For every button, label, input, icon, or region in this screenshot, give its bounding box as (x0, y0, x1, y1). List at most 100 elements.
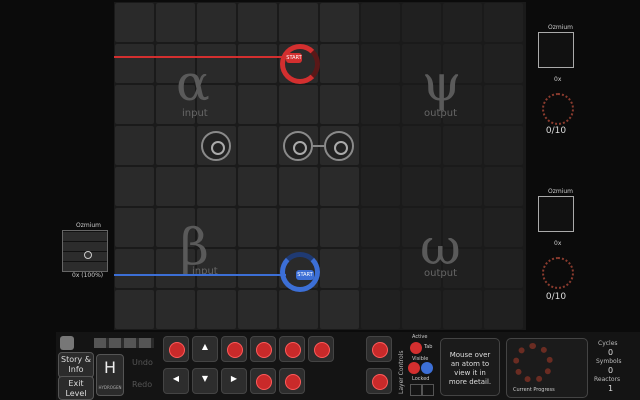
board-cell[interactable] (156, 290, 195, 329)
board-cell[interactable] (402, 167, 441, 206)
board-cell[interactable] (279, 167, 318, 206)
instr-down-tile[interactable]: ▼ (192, 368, 218, 394)
instr-rotate-tile[interactable] (279, 368, 305, 394)
progress-wheel-icon (513, 343, 553, 383)
board-cell[interactable] (197, 167, 236, 206)
board-cell[interactable] (402, 3, 441, 42)
board-cell[interactable] (320, 44, 359, 83)
board-cell[interactable] (484, 208, 523, 247)
board-cell[interactable] (443, 290, 482, 329)
board-cell[interactable] (238, 290, 277, 329)
board-cell[interactable] (238, 167, 277, 206)
instr-sense-tile[interactable] (163, 336, 189, 362)
board-cell[interactable] (361, 249, 400, 288)
board-cell[interactable] (115, 208, 154, 247)
board-cell[interactable] (279, 290, 318, 329)
instr-up-tile[interactable]: ▲ (192, 336, 218, 362)
speed-chevrons-icon[interactable] (94, 338, 154, 348)
cycles-label: Cycles (598, 340, 618, 347)
redo-button[interactable]: Redo (132, 380, 152, 389)
board-cell[interactable] (484, 3, 523, 42)
board-cell[interactable] (320, 85, 359, 124)
board-cell[interactable] (115, 126, 154, 165)
atom-osmium[interactable] (324, 131, 354, 161)
board-cell[interactable] (156, 3, 195, 42)
region-omega-glyph: ω (420, 218, 461, 276)
instr-left-tile[interactable]: ◀ (163, 368, 189, 394)
red-waldo[interactable] (280, 44, 320, 84)
symbols-label: Symbols (596, 358, 622, 365)
board-cell[interactable] (320, 3, 359, 42)
element-selector[interactable]: H HYDROGEN (96, 354, 124, 396)
board-cell[interactable] (238, 208, 277, 247)
board-cell[interactable] (238, 44, 277, 83)
board-cell[interactable] (361, 44, 400, 83)
board-cell[interactable] (402, 290, 441, 329)
visible-blue-toggle[interactable] (421, 362, 433, 374)
region-beta-glyph: β (180, 218, 209, 276)
board-cell[interactable] (115, 3, 154, 42)
board-cell[interactable] (156, 167, 195, 206)
board-cell[interactable] (361, 85, 400, 124)
board-cell[interactable] (443, 167, 482, 206)
board-cell[interactable] (238, 85, 277, 124)
board-cell[interactable] (320, 208, 359, 247)
locked-blue-toggle[interactable] (422, 384, 434, 396)
board-cell[interactable] (361, 167, 400, 206)
board-cell[interactable] (197, 3, 236, 42)
board-cell[interactable] (115, 44, 154, 83)
instr-right-tile[interactable]: ▶ (221, 368, 247, 394)
atom-osmium[interactable] (201, 131, 231, 161)
board-cell[interactable] (402, 126, 441, 165)
stats-panel: Cycles 0 Symbols 0 Reactors 1 (588, 338, 636, 396)
board-cell[interactable] (156, 126, 195, 165)
board-cell[interactable] (197, 290, 236, 329)
board-cell[interactable] (279, 3, 318, 42)
board-cell[interactable] (361, 290, 400, 329)
board-cell[interactable] (320, 249, 359, 288)
board-cell[interactable] (361, 208, 400, 247)
visible-red-toggle[interactable] (408, 362, 420, 374)
red-path (114, 56, 286, 58)
undo-button[interactable]: Undo (132, 358, 153, 367)
blue-path (114, 274, 286, 276)
blue-start-label: START (296, 270, 314, 280)
board-cell[interactable] (484, 290, 523, 329)
reactor-board[interactable] (114, 2, 526, 330)
board-cell[interactable] (361, 126, 400, 165)
preview-caption: 0x (100%) (72, 272, 104, 279)
board-cell[interactable] (320, 167, 359, 206)
instr-start-tile[interactable] (308, 336, 334, 362)
exit-level-button[interactable]: Exit Level (58, 376, 94, 400)
board-cell[interactable] (279, 85, 318, 124)
board-cell[interactable] (484, 85, 523, 124)
board-cell[interactable] (443, 126, 482, 165)
board-cell[interactable] (484, 249, 523, 288)
board-cell[interactable] (115, 167, 154, 206)
board-cell[interactable] (443, 3, 482, 42)
board-cell[interactable] (361, 3, 400, 42)
speed-icon[interactable] (60, 336, 74, 350)
board-cell[interactable] (484, 44, 523, 83)
board-cell[interactable] (115, 249, 154, 288)
instr-fuse-tile[interactable] (366, 336, 392, 362)
board-cell[interactable] (238, 126, 277, 165)
board-cell[interactable] (279, 208, 318, 247)
instr-input-tile[interactable] (221, 336, 247, 362)
board-cell[interactable] (238, 3, 277, 42)
board-cell[interactable] (484, 126, 523, 165)
active-red-layer-button[interactable] (410, 342, 422, 354)
instr-split-tile[interactable] (366, 368, 392, 394)
board-cell[interactable] (320, 290, 359, 329)
atom-osmium[interactable] (283, 131, 313, 161)
instr-output-tile[interactable] (250, 368, 276, 394)
story-info-button[interactable]: Story & Info (58, 352, 94, 378)
board-cell[interactable] (115, 85, 154, 124)
board-cell[interactable] (115, 290, 154, 329)
instr-grab-tile[interactable] (250, 336, 276, 362)
instr-bond-tile[interactable] (279, 336, 305, 362)
board-cell[interactable] (238, 249, 277, 288)
board-cell[interactable] (484, 167, 523, 206)
region-alpha-glyph: α (176, 54, 210, 112)
locked-red-toggle[interactable] (410, 384, 422, 396)
